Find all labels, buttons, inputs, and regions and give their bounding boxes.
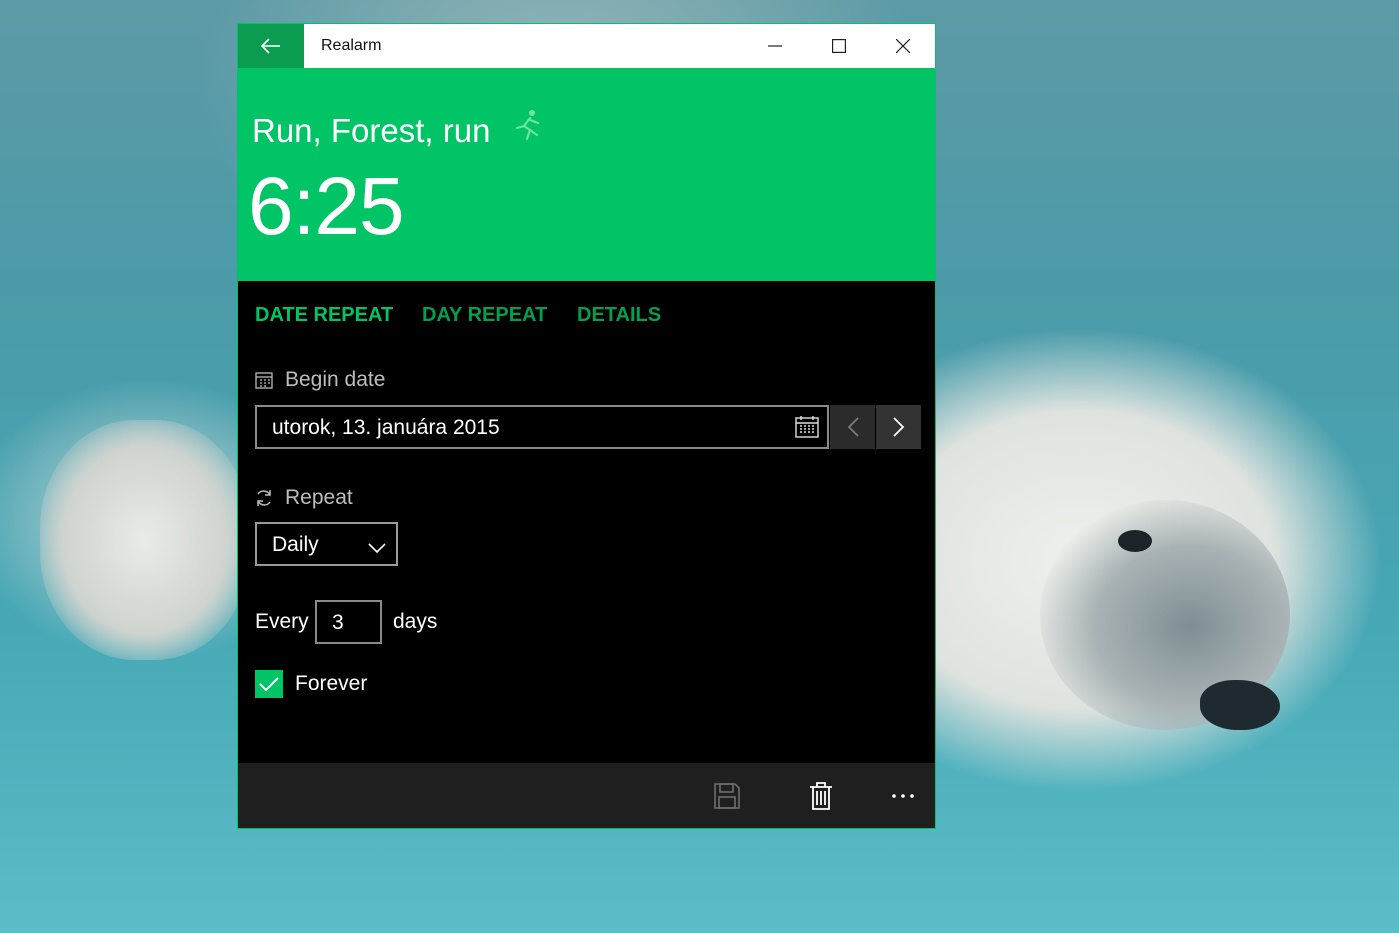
- maximize-button[interactable]: [807, 24, 871, 68]
- app-title: Realarm: [321, 37, 382, 54]
- chevron-left-icon: [847, 417, 859, 437]
- forever-checkbox[interactable]: [255, 670, 283, 698]
- next-date-button[interactable]: [876, 405, 921, 449]
- chevron-right-icon: [892, 417, 904, 437]
- interval-value: 3: [332, 611, 344, 634]
- app-bar: [238, 763, 935, 828]
- minimize-button[interactable]: [743, 24, 807, 68]
- tab-day-repeat[interactable]: DAY REPEAT: [422, 304, 547, 327]
- alarm-time: 6:25: [248, 161, 405, 252]
- delete-icon: [810, 781, 832, 810]
- wallpaper-paw: [40, 420, 250, 660]
- runner-icon: [510, 108, 544, 150]
- refresh-icon: [257, 490, 271, 506]
- date-value: utorok, 13. januára 2015: [272, 416, 500, 439]
- wallpaper-bear-nose: [1200, 680, 1280, 730]
- repeat-selected: Daily: [272, 533, 319, 556]
- back-button[interactable]: [238, 24, 304, 68]
- forever-checkbox-row[interactable]: Forever: [255, 670, 367, 698]
- alarm-name-row: Run, Forest, run: [252, 108, 544, 150]
- chevron-down-icon: [368, 536, 386, 560]
- save-button[interactable]: [697, 763, 757, 828]
- close-icon: [896, 39, 910, 53]
- maximize-icon: [832, 39, 846, 53]
- title-bar: Realarm: [238, 24, 935, 68]
- repeat-label-row: Repeat: [255, 486, 353, 510]
- checkmark-icon: [259, 677, 279, 692]
- repeat-label: Repeat: [285, 486, 353, 509]
- minimize-icon: [768, 45, 782, 47]
- more-icon: [892, 793, 914, 798]
- delete-button[interactable]: [791, 763, 851, 828]
- back-arrow-icon: [261, 38, 280, 54]
- wallpaper-bear-eye: [1118, 530, 1152, 552]
- alarm-name: Run, Forest, run: [252, 112, 491, 149]
- close-button[interactable]: [871, 24, 935, 68]
- more-button[interactable]: [873, 763, 933, 828]
- alarm-header: Run, Forest, run 6:25: [238, 68, 935, 281]
- interval-input[interactable]: 3: [315, 600, 382, 644]
- repeat-dropdown[interactable]: Daily: [255, 522, 398, 566]
- begin-date-label-row: Begin date: [255, 368, 385, 392]
- calendar-icon: [255, 372, 273, 389]
- date-picker-field[interactable]: utorok, 13. januára 2015: [255, 405, 829, 449]
- forever-label: Forever: [295, 672, 368, 695]
- app-window: Realarm Run, Forest, run 6:25 DATE REPEA…: [237, 23, 936, 829]
- save-icon: [714, 782, 740, 809]
- calendar-icon[interactable]: [795, 416, 819, 444]
- begin-date-label: Begin date: [285, 368, 386, 391]
- tab-details[interactable]: DETAILS: [577, 304, 661, 327]
- every-label: Every: [255, 610, 309, 633]
- days-label: days: [393, 610, 438, 633]
- tab-date-repeat[interactable]: DATE REPEAT: [255, 304, 393, 327]
- previous-date-button[interactable]: [830, 405, 875, 449]
